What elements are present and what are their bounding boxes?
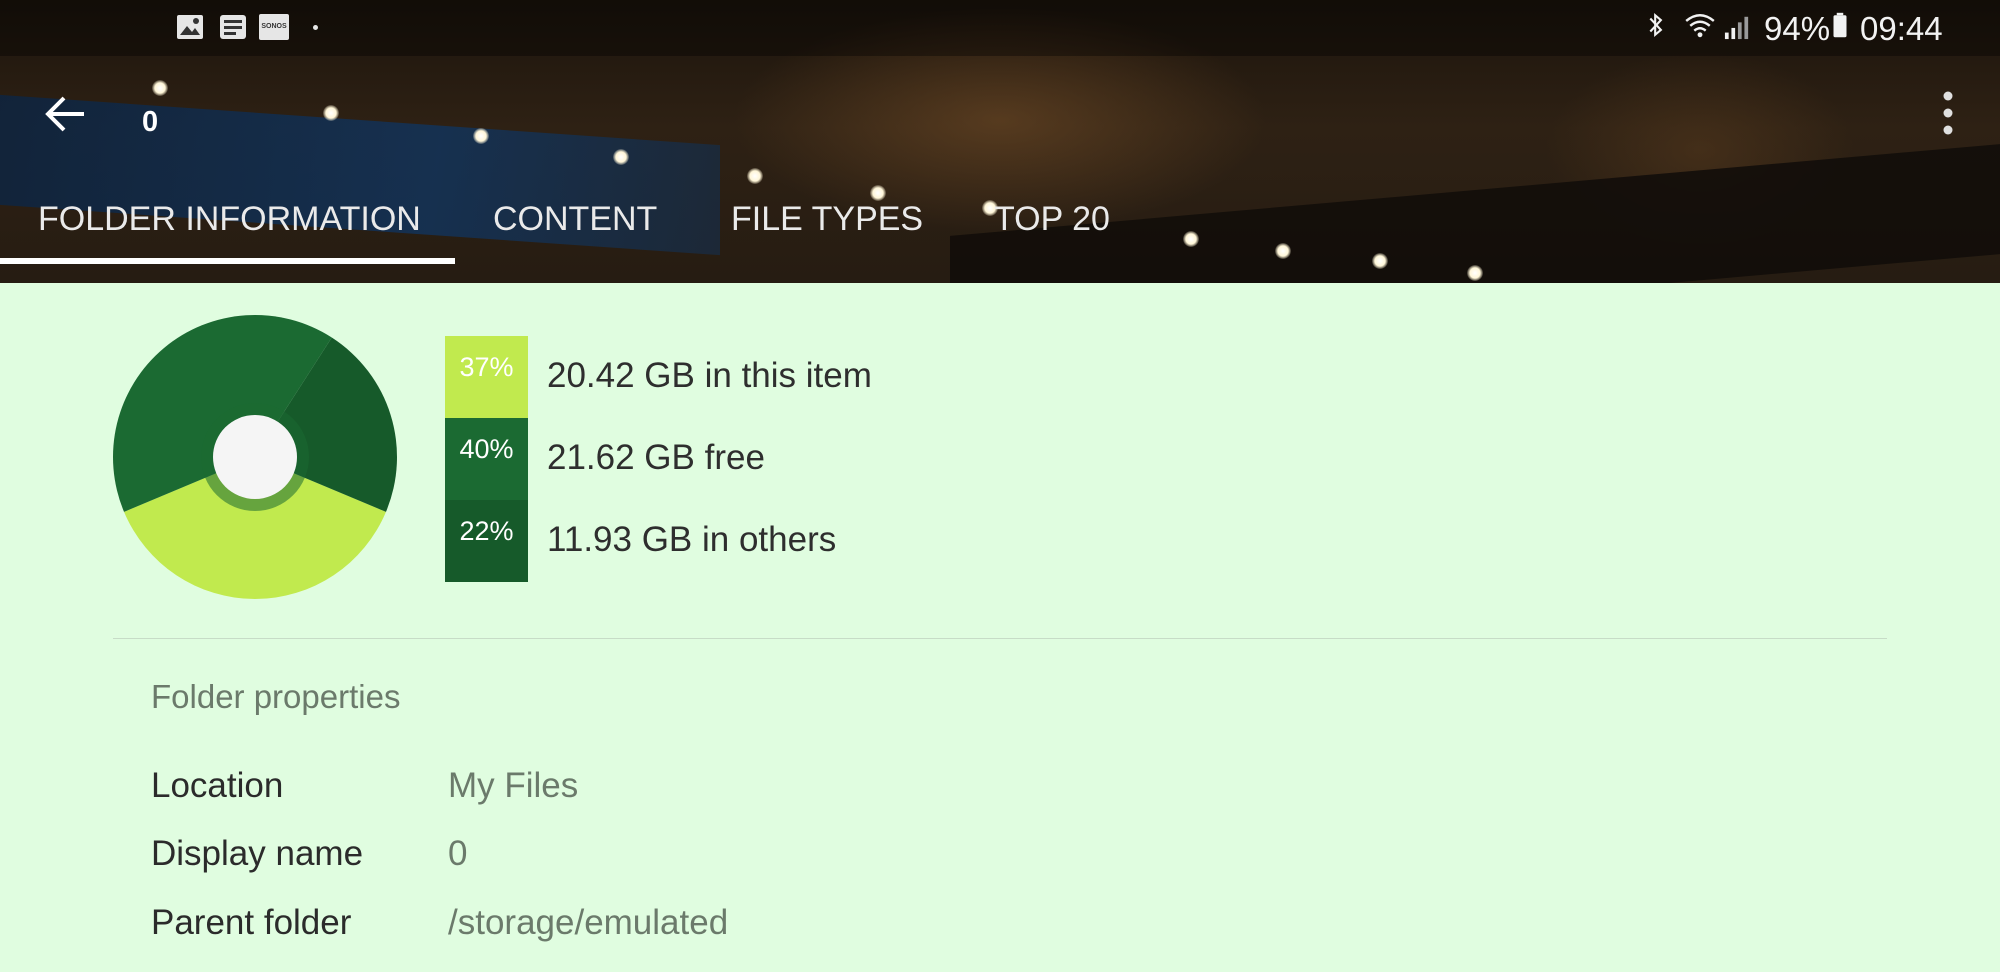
property-row-display-name: Display name 0: [151, 834, 1851, 884]
more-options-button[interactable]: [1930, 90, 1966, 142]
legend-row-free: 40% 21.62 GB free: [445, 418, 1045, 500]
legend-row-item: 37% 20.42 GB in this item: [445, 336, 1045, 418]
status-bar: SONOS 94% 09:44: [0, 0, 2000, 56]
background-light: [747, 168, 763, 184]
section-divider: [113, 638, 1887, 639]
gallery-icon: [177, 15, 203, 39]
page-title: 0: [142, 106, 159, 138]
news-icon: [220, 15, 246, 39]
property-key: Parent folder: [151, 903, 352, 942]
active-tab-indicator: [0, 258, 455, 264]
legend-label-others: 11.93 GB in others: [547, 520, 837, 559]
folder-properties-title: Folder properties: [151, 678, 401, 715]
property-key: Location: [151, 766, 284, 805]
background-light: [1467, 265, 1483, 281]
battery-icon: [1833, 12, 1847, 38]
dot-icon: [313, 25, 318, 30]
header-background-photo: SONOS 94% 09:44 0 FOLDER INFORMATION CON…: [0, 0, 2000, 283]
legend-swatch-item: 37%: [445, 336, 528, 418]
bluetooth-icon: [1649, 12, 1663, 38]
tab-folder-information[interactable]: FOLDER INFORMATION: [38, 190, 421, 260]
property-row-location: Location My Files: [151, 766, 1851, 816]
property-key: Display name: [151, 834, 364, 873]
storage-pie-chart: [110, 312, 400, 602]
property-value: /storage/emulated: [448, 903, 729, 942]
background-light: [152, 80, 168, 96]
wifi-icon: [1685, 14, 1715, 38]
status-time: 09:44: [1860, 10, 1943, 47]
property-row-parent-folder: Parent folder /storage/emulated: [151, 903, 1851, 953]
legend-label-free: 21.62 GB free: [547, 438, 765, 477]
legend-label-item: 20.42 GB in this item: [547, 356, 872, 395]
tab-file-types[interactable]: FILE TYPES: [731, 190, 923, 260]
signal-icon: [1724, 16, 1749, 40]
legend-swatch-others: 22%: [445, 500, 528, 582]
pie-center-hole: [213, 415, 297, 499]
tab-top-20[interactable]: TOP 20: [994, 190, 1110, 260]
sonos-icon: SONOS: [259, 14, 289, 40]
back-button[interactable]: [40, 90, 92, 142]
background-light: [323, 105, 339, 121]
background-light: [1275, 243, 1291, 259]
background-light: [613, 149, 629, 165]
background-light: [1372, 253, 1388, 269]
more-vert-icon: [1943, 91, 1953, 135]
arrow-left-icon: [45, 96, 84, 132]
legend-row-others: 22% 11.93 GB in others: [445, 500, 1045, 582]
pie-chart-svg: [113, 315, 397, 599]
background-light: [473, 128, 489, 144]
battery-percentage: 94%: [1764, 10, 1831, 47]
legend-swatch-free: 40%: [445, 418, 528, 500]
background-light: [1183, 231, 1199, 247]
property-value: 0: [448, 834, 468, 873]
tab-content[interactable]: CONTENT: [493, 190, 657, 260]
property-value: My Files: [448, 766, 579, 805]
